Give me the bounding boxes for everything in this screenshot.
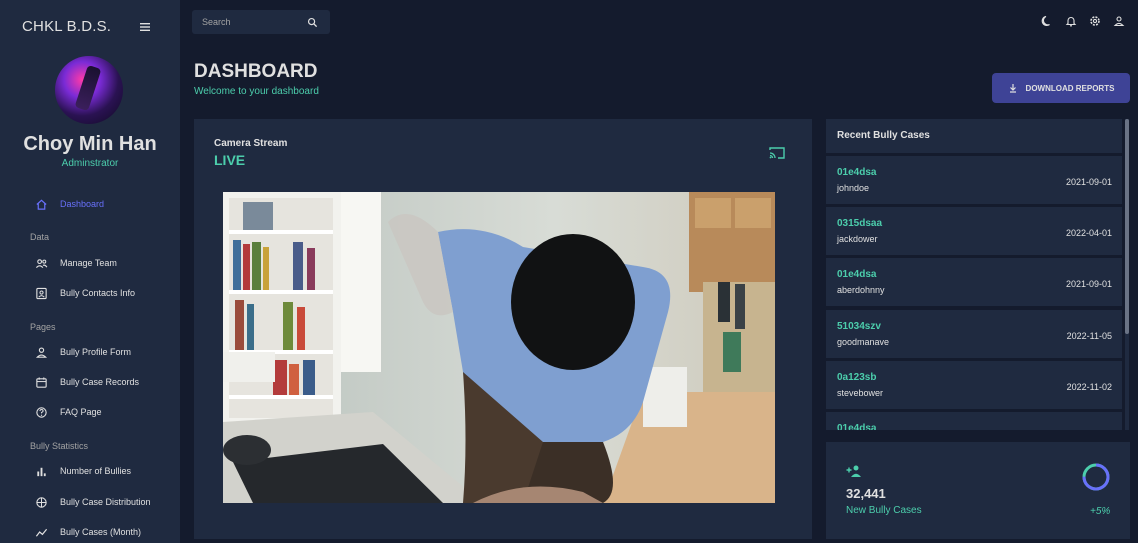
sidebar-item-label: Bully Contacts Info xyxy=(60,288,136,298)
brand-title: CHKL B.D.S. xyxy=(22,18,112,35)
menu-icon[interactable] xyxy=(138,20,152,34)
case-id: 01e4dsa xyxy=(837,423,877,430)
case-user: johndoe xyxy=(837,183,870,193)
case-date: 2021-09-01 xyxy=(1065,279,1112,289)
section-stats-label: Bully Statistics xyxy=(30,441,89,451)
recent-cases-panel: Recent Bully Cases 01e4dsa johndoe 2021-… xyxy=(826,119,1130,430)
camera-live-status: LIVE xyxy=(214,152,246,168)
sidebar-item-bully-case-distribution[interactable]: Bully Case Distribution xyxy=(34,493,174,511)
case-user: goodmanave xyxy=(837,337,890,347)
search-box xyxy=(192,10,330,34)
help-icon xyxy=(34,405,48,419)
stat-value: 32,441 xyxy=(846,486,886,501)
sidebar-item-label: Bully Profile Form xyxy=(60,347,132,357)
sidebar-item-number-of-bullies[interactable]: Number of Bullies xyxy=(34,462,174,480)
bar-chart-icon xyxy=(34,464,48,478)
avatar xyxy=(55,56,123,124)
case-row[interactable]: 01e4dsa johndoe 2021-09-01 xyxy=(826,156,1122,204)
sidebar-item-manage-team[interactable]: Manage Team xyxy=(34,254,174,272)
sidebar-item-label: Manage Team xyxy=(60,258,117,268)
case-row[interactable]: 51034szv goodmanave 2022-11-05 xyxy=(826,310,1122,358)
sidebar-item-faq[interactable]: FAQ Page xyxy=(34,403,174,421)
download-reports-button[interactable]: DOWNLOAD REPORTS xyxy=(992,73,1130,103)
calendar-icon xyxy=(34,375,48,389)
case-row[interactable]: 01e4dsa xyxy=(826,412,1122,430)
sidebar-item-bully-profile-form[interactable]: Bully Profile Form xyxy=(34,343,174,361)
recent-cases-scrollbar[interactable] xyxy=(1125,119,1129,430)
case-date: 2021-09-01 xyxy=(1065,177,1112,187)
sidebar: CHKL B.D.S. Choy Min Han Adminstrator Da… xyxy=(0,0,180,543)
case-user: aberdohnny xyxy=(837,285,885,295)
user-name: Choy Min Han xyxy=(23,133,157,155)
search-icon[interactable] xyxy=(302,12,322,32)
sidebar-item-label: Bully Case Records xyxy=(60,377,140,387)
sidebar-item-bully-cases-month[interactable]: Bully Cases (Month) xyxy=(34,523,174,541)
case-id: 51034szv xyxy=(837,321,881,332)
case-row[interactable]: 0a123sb stevebower 2022-11-02 xyxy=(826,361,1122,409)
page-title: DASHBOARD xyxy=(194,61,318,82)
sidebar-item-bully-contacts[interactable]: Bully Contacts Info xyxy=(34,284,174,302)
sidebar-item-label: Bully Case Distribution xyxy=(60,497,151,507)
sidebar-item-label: FAQ Page xyxy=(60,407,102,417)
home-icon xyxy=(34,197,48,211)
sidebar-item-label: Bully Cases (Month) xyxy=(60,527,142,537)
person-icon xyxy=(34,345,48,359)
case-date: 2022-11-02 xyxy=(1066,382,1112,392)
page-subtitle: Welcome to your dashboard xyxy=(194,86,319,97)
topbar-icons xyxy=(1040,14,1126,28)
case-date: 2022-04-01 xyxy=(1065,228,1112,238)
case-row[interactable]: 0315dsaa jackdower 2022-04-01 xyxy=(826,207,1122,255)
scroll-thumb[interactable] xyxy=(1125,119,1129,334)
pie-chart-icon xyxy=(34,495,48,509)
dark-mode-icon[interactable] xyxy=(1040,14,1054,28)
search-input[interactable] xyxy=(192,17,302,27)
case-id: 0a123sb xyxy=(837,372,877,383)
case-user: jackdower xyxy=(837,234,878,244)
case-row[interactable]: 01e4dsa aberdohnny 2021-09-01 xyxy=(826,258,1122,306)
download-icon xyxy=(1008,83,1018,93)
stat-change: +5% xyxy=(1090,506,1111,517)
timeline-icon xyxy=(34,525,48,539)
case-user: stevebower xyxy=(837,388,884,398)
sidebar-item-bully-case-records[interactable]: Bully Case Records xyxy=(34,373,174,391)
section-pages-label: Pages xyxy=(30,322,56,332)
bell-icon[interactable] xyxy=(1064,14,1078,28)
case-id: 0315dsaa xyxy=(837,218,883,229)
people-icon xyxy=(34,256,48,270)
contacts-icon xyxy=(34,286,48,300)
stat-label: New Bully Cases xyxy=(846,505,922,516)
new-bully-cases-stat: 32,441 New Bully Cases +5% xyxy=(826,442,1130,539)
person-add-icon xyxy=(846,464,862,478)
section-data-label: Data xyxy=(30,232,50,242)
case-date: 2022-11-05 xyxy=(1066,331,1112,341)
camera-title: Camera Stream xyxy=(214,138,288,149)
user-icon[interactable] xyxy=(1112,14,1126,28)
progress-ring xyxy=(1081,462,1111,492)
sidebar-item-label: Dashboard xyxy=(60,199,105,209)
cast-icon[interactable] xyxy=(768,145,786,161)
gear-icon[interactable] xyxy=(1088,14,1102,28)
download-reports-label: DOWNLOAD REPORTS xyxy=(1025,83,1115,93)
camera-video-feed xyxy=(223,192,775,503)
camera-stream-panel: Camera Stream LIVE xyxy=(194,119,812,539)
recent-cases-title: Recent Bully Cases xyxy=(826,119,1122,153)
case-id: 01e4dsa xyxy=(837,167,877,178)
user-role: Adminstrator xyxy=(61,158,119,169)
sidebar-item-label: Number of Bullies xyxy=(60,466,132,476)
sidebar-item-dashboard[interactable]: Dashboard xyxy=(34,195,174,213)
case-id: 01e4dsa xyxy=(837,269,877,280)
